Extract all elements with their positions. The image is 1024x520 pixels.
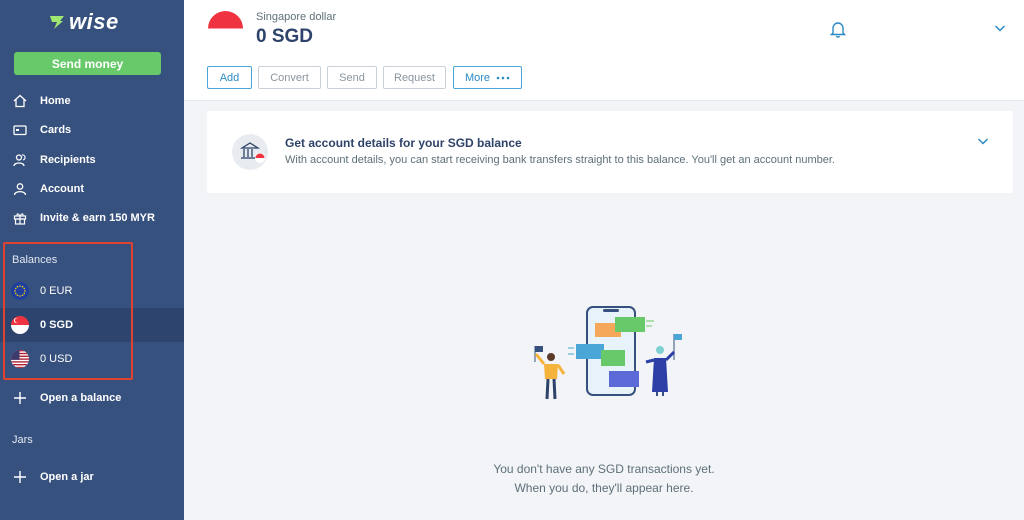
home-icon	[13, 94, 27, 108]
sidebar-item-cards[interactable]: Cards	[0, 115, 184, 144]
more-button[interactable]: More	[453, 66, 522, 89]
jars-heading: Jars	[12, 434, 33, 446]
sidebar: wise Send money Home Cards Recipients Ac…	[0, 0, 184, 520]
wise-logo[interactable]: wise	[48, 9, 119, 34]
balance-label: 0 USD	[40, 353, 73, 365]
sidebar-item-label: Account	[40, 182, 84, 195]
open-balance-label: Open a balance	[40, 391, 122, 404]
sidebar-item-account[interactable]: Account	[0, 174, 184, 203]
open-jar-label: Open a jar	[40, 470, 94, 483]
sidebar-item-invite[interactable]: Invite & earn 150 MYR	[0, 203, 184, 232]
gift-icon	[13, 211, 27, 225]
chevron-down-icon[interactable]	[977, 135, 989, 147]
convert-button[interactable]: Convert	[258, 66, 321, 89]
sidebar-item-label: Invite & earn 150 MYR	[40, 211, 155, 224]
bank-icon	[232, 134, 268, 170]
details-card-subtitle: With account details, you can start rece…	[285, 154, 835, 166]
details-card-title: Get account details for your SGD balance	[285, 136, 522, 150]
account-details-card[interactable]: Get account details for your SGD balance…	[207, 111, 1013, 193]
chevron-down-icon[interactable]	[994, 22, 1006, 34]
balance-label: 0 EUR	[40, 285, 73, 297]
more-dots-icon	[496, 76, 510, 79]
card-icon	[13, 123, 27, 137]
us-flag-icon	[11, 350, 29, 368]
add-button[interactable]: Add	[207, 66, 252, 89]
open-jar-button[interactable]: Open a jar	[0, 462, 184, 491]
send-button[interactable]: Send	[327, 66, 377, 89]
recipients-icon	[13, 153, 27, 167]
sidebar-item-home[interactable]: Home	[0, 86, 184, 115]
balance-item-eur[interactable]: 0 EUR	[0, 274, 184, 308]
account-icon	[13, 182, 27, 196]
balance-item-usd[interactable]: 0 USD	[0, 342, 184, 376]
send-money-button[interactable]: Send money	[14, 52, 161, 75]
logo-text: wise	[69, 9, 119, 34]
empty-state-line-2: When you do, they'll appear here.	[514, 481, 694, 495]
sg-flag-icon	[208, 11, 243, 46]
empty-state-line-1: You don't have any SGD transactions yet.	[493, 462, 715, 476]
sg-flag-icon	[11, 316, 29, 334]
sidebar-item-recipients[interactable]: Recipients	[0, 145, 184, 174]
plus-icon	[13, 391, 27, 405]
eu-flag-icon	[11, 282, 29, 300]
open-balance-button[interactable]: Open a balance	[0, 383, 184, 412]
currency-name: Singapore dollar	[256, 11, 337, 23]
sidebar-item-label: Cards	[40, 123, 72, 136]
balances-heading: Balances	[12, 254, 58, 266]
empty-transactions-illustration	[534, 306, 682, 400]
bell-icon[interactable]	[830, 20, 846, 38]
sidebar-item-label: Recipients	[40, 153, 96, 166]
balance-label: 0 SGD	[40, 319, 74, 331]
balance-amount: 0 SGD	[256, 26, 314, 47]
balance-item-sgd[interactable]: 0 SGD	[0, 308, 184, 342]
sidebar-item-label: Home	[40, 94, 71, 107]
wise-flag-icon	[50, 16, 64, 29]
plus-icon	[13, 470, 27, 484]
balance-header: Singapore dollar 0 SGD Add Convert Send …	[184, 0, 1024, 101]
more-label: More	[464, 71, 491, 84]
request-button[interactable]: Request	[383, 66, 446, 89]
